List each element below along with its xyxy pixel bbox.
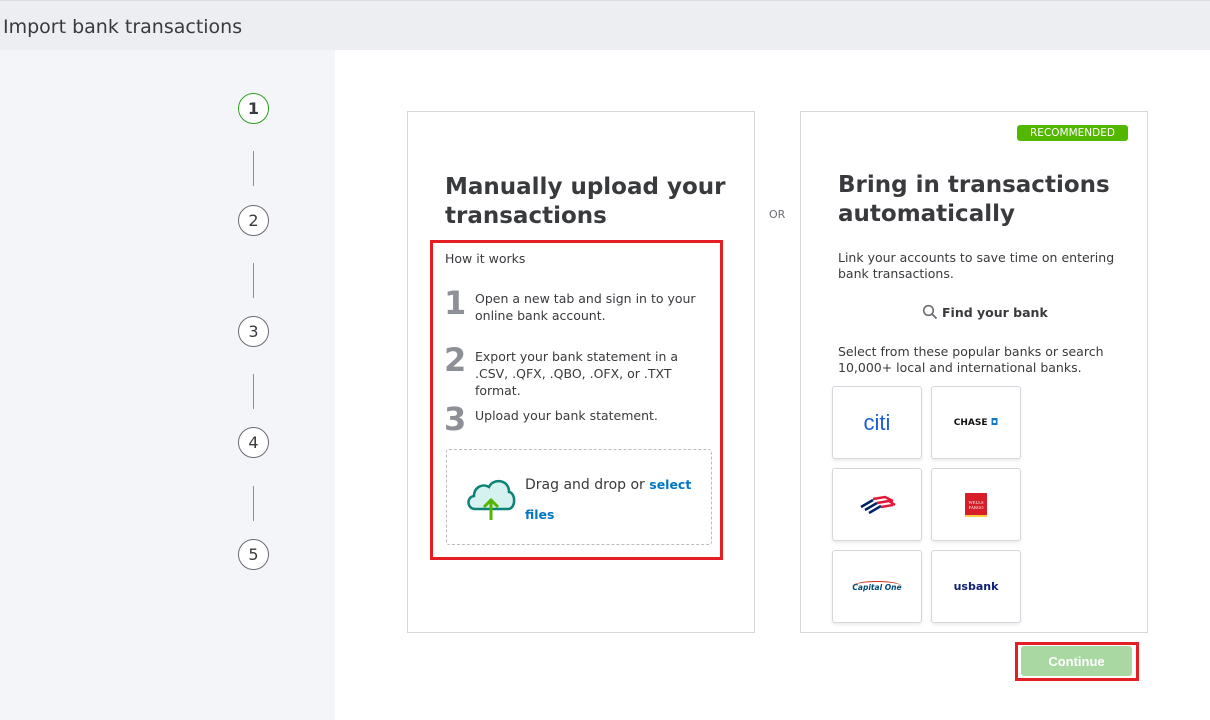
chase-logo: CHASE ◘	[953, 417, 999, 428]
continue-button[interactable]: Continue	[1021, 646, 1132, 676]
manual-upload-title: Manually upload your transactions	[445, 174, 726, 229]
step-connector	[253, 486, 254, 521]
step-1: 1	[238, 93, 269, 124]
bank-tile-capital-one[interactable]: Capital One	[832, 550, 922, 623]
step-number: 1	[444, 284, 467, 322]
find-your-bank-button[interactable]: Find your bank	[922, 304, 1048, 320]
step-text: Open a new tab and sign in to your onlin…	[475, 291, 696, 323]
citi-logo: citi	[863, 409, 891, 435]
auto-description: Link your accounts to save time on enter…	[838, 250, 1115, 281]
chase-logo-text: CHASE	[953, 417, 988, 428]
cloud-upload-icon	[467, 479, 516, 520]
step-number: 2	[444, 341, 467, 379]
drop-text: Drag and drop or	[525, 477, 650, 493]
recommended-badge: RECOMMENDED	[1017, 125, 1128, 141]
find-your-bank-label: Find your bank	[942, 305, 1048, 320]
capital-one-logo: Capital One	[852, 581, 902, 592]
or-divider: OR	[769, 208, 786, 221]
bank-tile-citi[interactable]: citi	[832, 386, 922, 459]
bank-tile-wells-fargo[interactable]: WELLS FARGO	[931, 468, 1021, 541]
select-banks-text: Select from these popular banks or searc…	[838, 344, 1104, 375]
step-text: Upload your bank statement.	[475, 408, 658, 423]
page-header: Import bank transactions	[0, 0, 1210, 50]
auto-connect-title: Bring in transactions automatically	[838, 172, 1110, 227]
step-2: 2	[238, 205, 269, 236]
drop-instructions: Drag and drop or select files	[525, 470, 705, 530]
how-it-works-label: How it works	[445, 251, 526, 266]
step-connector	[253, 151, 254, 186]
step-5: 5	[238, 539, 269, 570]
step-4: 4	[238, 427, 269, 458]
step-number: 3	[444, 400, 467, 438]
us-bank-logo: usbank	[953, 580, 999, 593]
bank-tile-chase[interactable]: CHASE ◘	[931, 386, 1021, 459]
bank-tile-us-bank[interactable]: usbank	[931, 550, 1021, 623]
step-text: Export your bank statement in a .CSV, .Q…	[475, 349, 679, 398]
page-title: Import bank transactions	[3, 16, 243, 38]
bank-tile-bank-of-america[interactable]	[832, 468, 922, 541]
bank-of-america-logo	[860, 495, 896, 514]
stepper-sidebar	[0, 50, 335, 720]
file-drop-zone[interactable]: Drag and drop or select files	[446, 449, 712, 545]
wells-fargo-logo: WELLS FARGO	[965, 492, 987, 517]
step-connector	[253, 374, 254, 409]
search-icon	[922, 304, 938, 320]
step-connector	[253, 263, 254, 298]
step-3: 3	[238, 316, 269, 347]
